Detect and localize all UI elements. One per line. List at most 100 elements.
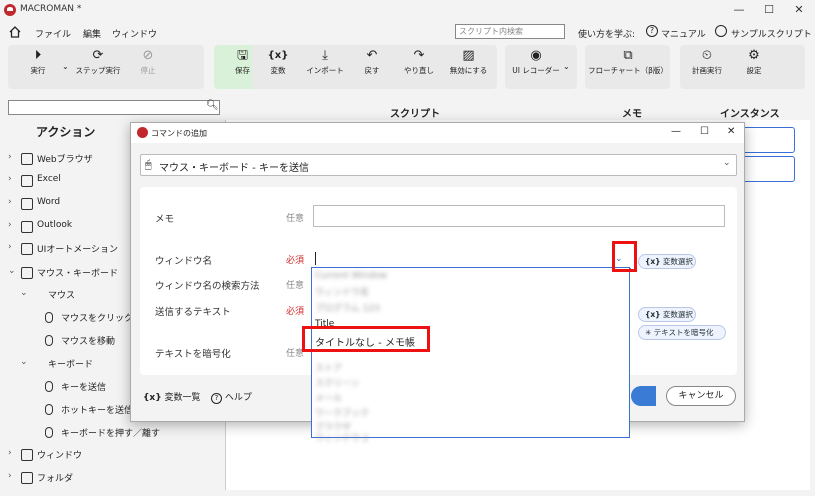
- script-search-input[interactable]: スクリプト内検索: [455, 24, 565, 39]
- minimize-button[interactable]: —: [727, 2, 751, 18]
- ok-button[interactable]: [631, 386, 656, 406]
- variable-icon: {x}: [143, 393, 162, 403]
- tree-item[interactable]: Webブラウザ: [37, 152, 93, 165]
- settings-button[interactable]: ⚙ 設定: [737, 47, 771, 87]
- tree-command-icon: [45, 427, 53, 438]
- step-run-button[interactable]: ⟳ ステップ実行: [72, 47, 124, 87]
- column-memo: メモ: [622, 109, 642, 120]
- tree-chevron-icon[interactable]: ⌄: [8, 266, 16, 276]
- tree-item[interactable]: ホットキーを送信: [61, 403, 133, 416]
- mouse-icon: 🖱︎: [145, 158, 152, 171]
- dropdown-item-blurred[interactable]: Current Window: [315, 271, 387, 281]
- search-icon[interactable]: 🔍︎: [206, 100, 219, 111]
- var-select-button-2[interactable]: {x} 変数選択: [638, 307, 696, 322]
- menu-edit[interactable]: 編集: [83, 27, 101, 40]
- manual-link[interactable]: マニュアル: [661, 27, 706, 40]
- dropdown-item-blurred[interactable]: ウィンドウ名: [315, 285, 369, 298]
- tree-item-icon: [21, 175, 33, 187]
- dialog-minimize-button[interactable]: —: [671, 126, 681, 137]
- window-name-required-tag: 必須: [286, 256, 305, 266]
- tree-item[interactable]: マウスを移動: [61, 334, 115, 347]
- window-name-field[interactable]: [313, 249, 631, 269]
- tree-command-icon: [45, 381, 53, 392]
- encrypt-text-button[interactable]: ✳ テキストを暗号化: [638, 325, 726, 340]
- variable-button[interactable]: {x} 変数: [261, 47, 295, 87]
- tree-chevron-icon[interactable]: ›: [8, 220, 12, 230]
- dropdown-item-blurred[interactable]: メール: [315, 391, 342, 404]
- stop-button[interactable]: ⊘ 停止: [130, 47, 166, 87]
- var-select-button[interactable]: {x} 変数選択: [638, 254, 696, 269]
- tree-chevron-icon[interactable]: ›: [8, 242, 12, 252]
- maximize-button[interactable]: ☐: [757, 2, 781, 18]
- tree-item[interactable]: Excel: [37, 174, 61, 184]
- menu-file[interactable]: ファイル: [35, 27, 71, 40]
- memo-field[interactable]: [313, 205, 725, 227]
- app-logo-icon: [4, 4, 16, 16]
- import-button[interactable]: ⤓ インポート: [303, 47, 347, 87]
- learn-label: 使い方を学ぶ:: [578, 30, 636, 40]
- question-icon: ?: [211, 393, 222, 404]
- step-icon: ⟳: [92, 48, 104, 63]
- tree-item[interactable]: マウス: [48, 288, 75, 301]
- tree-item[interactable]: マウス・キーボード: [37, 266, 118, 279]
- schedule-button[interactable]: ⏲ 計画実行: [688, 47, 726, 87]
- tree-item[interactable]: キーを送信: [61, 380, 106, 393]
- run-button[interactable]: ⏵ 実行: [18, 47, 58, 87]
- tree-chevron-icon[interactable]: ⌄: [20, 288, 28, 298]
- tree-command-icon: [45, 312, 53, 323]
- sample-link[interactable]: サンプルスクリプト: [731, 27, 812, 40]
- ui-recorder-button[interactable]: ◉ UI レコーダー: [510, 47, 562, 87]
- variable-list-link[interactable]: {x} 変数一覧: [143, 390, 201, 403]
- column-instance: インスタンス: [720, 109, 780, 120]
- memo-optional-tag: 任意: [286, 214, 305, 224]
- dialog-title: コマンドの追加: [151, 129, 207, 138]
- dialog-titlebar: [131, 123, 744, 143]
- window-name-dropdown[interactable]: Current Window ウィンドウ名 プログラム 123 Title タイトル…: [311, 267, 630, 444]
- tree-chevron-icon[interactable]: ›: [8, 197, 12, 207]
- tree-item[interactable]: Word: [37, 197, 60, 207]
- search-method-optional-tag: 任意: [286, 281, 305, 291]
- redo-button[interactable]: ↷ やり直し: [397, 47, 441, 87]
- tree-item[interactable]: キーボード: [48, 357, 93, 370]
- window-name-label: ウィンドウ名: [155, 256, 213, 267]
- recorder-chevron-icon[interactable]: ⌄: [563, 62, 570, 71]
- tree-item[interactable]: キーボードを押す／離す: [61, 426, 160, 439]
- tree-chevron-icon[interactable]: ›: [8, 174, 12, 184]
- action-search-input[interactable]: [8, 100, 220, 115]
- tree-item-icon: [21, 449, 33, 461]
- undo-button[interactable]: ↶ 戻す: [355, 47, 389, 87]
- highlight-box-item: [302, 326, 430, 352]
- play-icon: ⏵: [34, 48, 42, 63]
- help-link[interactable]: ? ヘルプ: [211, 390, 252, 404]
- tree-item[interactable]: フォルダ: [37, 471, 73, 484]
- dialog-close-button[interactable]: ✕: [727, 126, 735, 137]
- disable-button[interactable]: ▨ 無効にする: [446, 47, 491, 87]
- tree-item[interactable]: Outlook: [37, 220, 72, 230]
- redo-icon: ↷: [413, 48, 425, 63]
- chevron-down-icon[interactable]: ⌄: [723, 158, 731, 168]
- cancel-button[interactable]: キャンセル: [666, 386, 736, 406]
- dropdown-item-blurred[interactable]: プログラム 123: [315, 301, 380, 314]
- menu-window[interactable]: ウィンドウ: [112, 27, 157, 40]
- dialog-maximize-button[interactable]: ☐: [700, 126, 709, 137]
- variable-icon: {x}: [645, 257, 661, 266]
- home-icon[interactable]: [8, 25, 22, 39]
- dialog-logo-icon: [137, 127, 148, 138]
- tree-chevron-icon[interactable]: ›: [8, 448, 12, 458]
- tree-item[interactable]: ウィンドウ: [37, 448, 82, 461]
- run-chevron-icon[interactable]: ⌄: [62, 62, 69, 71]
- tree-item-icon: [21, 153, 33, 165]
- tree-chevron-icon[interactable]: ⌄: [20, 357, 28, 367]
- flowchart-button[interactable]: ⧉ フローチャート（β版）: [588, 47, 668, 87]
- tree-chevron-icon[interactable]: ›: [8, 471, 12, 481]
- tree-chevron-icon[interactable]: ›: [8, 152, 12, 162]
- tree-item[interactable]: UIオートメーション: [37, 242, 118, 255]
- dropdown-item-blurred[interactable]: ワークブック: [315, 406, 369, 419]
- send-text-label: 送信するテキスト: [155, 307, 231, 318]
- close-button[interactable]: ✕: [787, 2, 811, 18]
- dropdown-item-blurred[interactable]: スクリーン: [315, 376, 360, 389]
- column-script: スクリプト: [390, 109, 440, 120]
- dropdown-item-blurred[interactable]: ストア: [315, 361, 342, 374]
- tree-item[interactable]: マウスをクリック: [61, 311, 133, 324]
- dropdown-item-blurred[interactable]: ウィンドウ 2: [315, 431, 369, 444]
